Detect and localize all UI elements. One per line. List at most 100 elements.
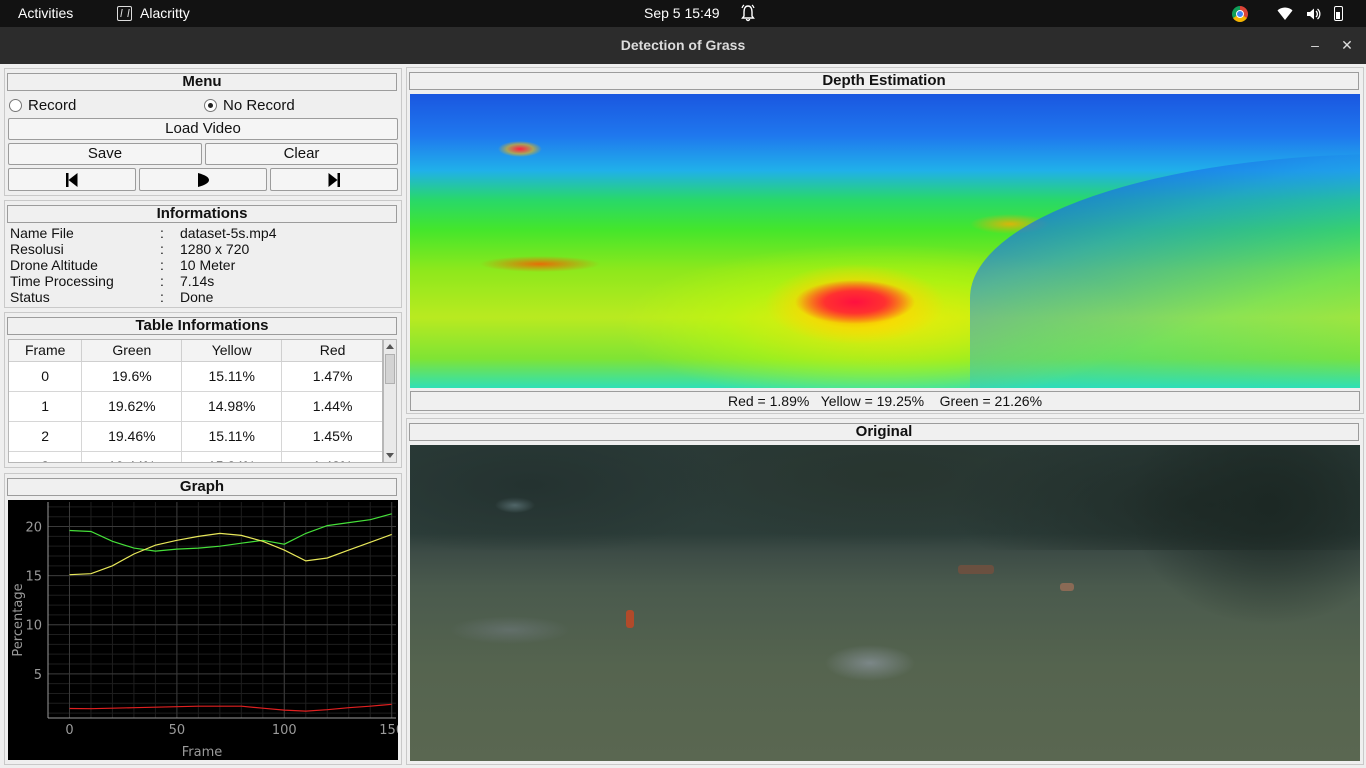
info-sep: : [160, 257, 164, 273]
y-tick-label: 20 [25, 521, 42, 536]
menu-title: Menu [7, 73, 397, 91]
play-icon [198, 173, 209, 187]
activities-button[interactable]: Activities [18, 0, 73, 27]
volume-icon[interactable] [1305, 6, 1321, 22]
minimize-button[interactable]: – [1306, 36, 1324, 54]
clear-button[interactable]: Clear [205, 143, 398, 165]
info-value: dataset-5s.mp4 [180, 225, 277, 241]
depth-estimation-image [410, 94, 1360, 388]
cell-frame: 2 [9, 421, 83, 452]
table-informations-title: Table Informations [7, 317, 397, 335]
alacritty-icon [117, 6, 132, 21]
save-button[interactable]: Save [8, 143, 202, 165]
depth-summary: Red = 1.89% Yellow = 19.25% Green = 21.2… [410, 391, 1360, 411]
table-row[interactable]: 3 19.44% 15.24% 1.43% [9, 451, 382, 462]
app-name: Alacritty [140, 5, 190, 21]
scroll-up-icon[interactable] [386, 344, 394, 349]
series-line-green [69, 513, 392, 552]
cell-green: 19.62% [81, 391, 183, 422]
bell-icon [740, 0, 756, 27]
cell-red: 1.43% [281, 451, 382, 462]
info-value: 1280 x 720 [180, 241, 250, 257]
table-scrollbar[interactable] [383, 339, 397, 463]
cell-yellow: 15.11% [181, 421, 283, 452]
skip-forward-button[interactable] [270, 168, 398, 191]
cell-frame: 0 [9, 361, 83, 392]
info-sep: : [160, 241, 164, 257]
scroll-down-icon[interactable] [386, 453, 394, 458]
y-tick-label: 5 [34, 668, 42, 683]
no-record-radio-circle[interactable] [204, 98, 217, 112]
battery-icon[interactable] [1334, 6, 1343, 21]
info-key: Time Processing [10, 273, 114, 289]
no-record-radio-label: No Record [223, 96, 295, 114]
table-row[interactable]: 0 19.6% 15.11% 1.47% [9, 361, 382, 392]
play-button[interactable] [139, 168, 267, 191]
info-key: Drone Altitude [10, 257, 98, 273]
cell-green: 19.6% [81, 361, 183, 392]
graph-svg: 0 50 100 150 5 10 15 20 Frame Percentage [11, 502, 404, 760]
wifi-icon[interactable] [1277, 6, 1293, 22]
info-value: 7.14s [180, 273, 215, 289]
record-radio-label: Record [28, 96, 77, 114]
window-title-bar: Detection of Grass – ✕ [0, 27, 1366, 64]
cell-green: 19.46% [81, 421, 183, 452]
info-value: Done [180, 289, 214, 305]
app-menu[interactable]: Alacritty [117, 0, 190, 27]
column-header-frame[interactable]: Frame [9, 340, 83, 362]
table-row[interactable]: 1 19.62% 14.98% 1.44% [9, 391, 382, 422]
scrollbar-thumb[interactable] [385, 354, 395, 384]
skip-back-icon [66, 173, 78, 187]
column-header-green[interactable]: Green [81, 340, 183, 362]
y-tick-label: 15 [25, 570, 42, 585]
info-sep: : [160, 225, 164, 241]
x-tick-label: 50 [169, 723, 186, 738]
chrome-icon[interactable] [1232, 6, 1248, 22]
info-sep: : [160, 273, 164, 289]
load-video-button[interactable]: Load Video [8, 118, 398, 140]
cell-green: 19.44% [81, 451, 183, 462]
x-tick-label: 0 [65, 723, 73, 738]
record-radio-circle[interactable] [9, 98, 22, 112]
original-image [410, 445, 1360, 761]
informations-title: Informations [7, 205, 397, 223]
cell-red: 1.45% [281, 421, 382, 452]
y-tick-label: 10 [25, 619, 42, 634]
cell-yellow: 14.98% [181, 391, 283, 422]
cell-yellow: 15.11% [181, 361, 283, 392]
table-header-row: Frame Green Yellow Red [9, 340, 382, 362]
skip-back-button[interactable] [8, 168, 136, 191]
cell-yellow: 15.24% [181, 451, 283, 462]
info-key: Resolusi [10, 241, 64, 257]
graph-title: Graph [7, 478, 397, 496]
table-row[interactable]: 2 19.46% 15.11% 1.45% [9, 421, 382, 452]
series-line-yellow [69, 532, 392, 576]
depth-estimation-title: Depth Estimation [409, 72, 1359, 90]
column-header-yellow[interactable]: Yellow [181, 340, 283, 362]
column-header-red[interactable]: Red [281, 340, 382, 362]
person-figure [626, 610, 634, 628]
close-button[interactable]: ✕ [1338, 36, 1356, 54]
cell-red: 1.44% [281, 391, 382, 422]
cell-frame: 1 [9, 391, 83, 422]
record-radio[interactable]: Record [9, 96, 76, 114]
person-figure [1060, 583, 1074, 591]
cell-frame: 3 [9, 451, 83, 462]
x-axis-label: Frame [182, 745, 223, 760]
system-top-bar: Activities Alacritty Sep 5 15:49 [0, 0, 1366, 27]
info-value: 10 Meter [180, 257, 236, 273]
info-key: Status [10, 289, 50, 305]
percentage-graph: 0 50 100 150 5 10 15 20 Frame Percentage [8, 500, 404, 760]
cell-red: 1.47% [281, 361, 382, 392]
info-sep: : [160, 289, 164, 305]
y-axis-label: Percentage [11, 583, 26, 656]
no-record-radio[interactable]: No Record [204, 96, 295, 114]
x-tick-label: 150 [379, 723, 398, 738]
skip-forward-icon [328, 173, 340, 187]
original-title: Original [409, 423, 1359, 441]
x-tick-label: 100 [272, 723, 297, 738]
series-line-red [69, 703, 392, 712]
person-figure [958, 565, 994, 574]
clock[interactable]: Sep 5 15:49 [644, 0, 720, 27]
frame-table[interactable]: Frame Green Yellow Red 0 19.6% 15.11% 1.… [8, 339, 383, 463]
